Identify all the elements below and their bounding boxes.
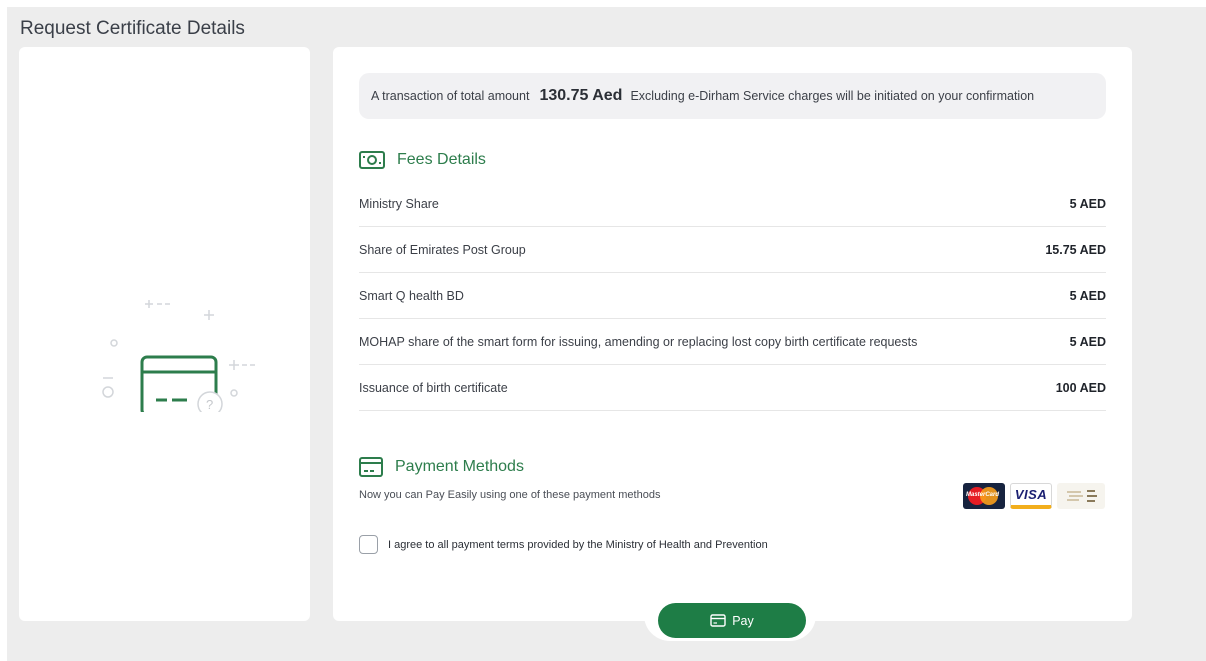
- pay-button-label: Pay: [732, 613, 754, 628]
- fee-label: Ministry Share: [359, 196, 439, 211]
- fee-value: 100 AED: [1055, 380, 1106, 395]
- payment-methods-subtitle: Now you can Pay Easily using one of thes…: [359, 489, 661, 501]
- illustration-panel: ?: [19, 47, 310, 621]
- pay-button[interactable]: Pay: [658, 603, 806, 638]
- e-dirham-logo: [1057, 483, 1105, 509]
- fee-label: Issuance of birth certificate: [359, 380, 508, 395]
- fee-row: Smart Q health BD 5 AED: [359, 273, 1106, 319]
- money-icon: [359, 151, 385, 169]
- payment-methods-heading: Payment Methods: [359, 457, 524, 477]
- fee-row: MOHAP share of the smart form for issuin…: [359, 319, 1106, 365]
- mastercard-logo: MasterCard: [963, 483, 1005, 509]
- fee-row: Ministry Share 5 AED: [359, 181, 1106, 227]
- transaction-notice: A transaction of total amount 130.75 Aed…: [359, 73, 1106, 119]
- fee-label: MOHAP share of the smart form for issuin…: [359, 334, 918, 349]
- agree-terms-checkbox[interactable]: [359, 535, 378, 554]
- payment-method-logos: MasterCard VISA: [963, 483, 1105, 509]
- fee-label: Smart Q health BD: [359, 288, 464, 303]
- fee-value: 5 AED: [1069, 196, 1106, 211]
- agree-terms: I agree to all payment terms provided by…: [359, 535, 768, 554]
- credit-card-icon: [359, 457, 383, 477]
- page-background: Request Certificate Details ? A transact…: [7, 7, 1206, 661]
- payment-methods-title: Payment Methods: [395, 458, 524, 475]
- fees-list: Ministry Share 5 AED Share of Emirates P…: [359, 181, 1106, 411]
- payment-details-card: A transaction of total amount 130.75 Aed…: [333, 47, 1132, 621]
- fee-value: 5 AED: [1069, 334, 1106, 349]
- fee-row: Issuance of birth certificate 100 AED: [359, 365, 1106, 411]
- fee-value: 15.75 AED: [1045, 242, 1106, 257]
- notice-prefix: A transaction of total amount: [371, 89, 530, 103]
- payment-card-illustration-icon: ?: [102, 300, 255, 412]
- fees-details-heading: Fees Details: [359, 151, 486, 169]
- svg-text:?: ?: [206, 397, 213, 412]
- fee-label: Share of Emirates Post Group: [359, 242, 526, 257]
- fee-row: Share of Emirates Post Group 15.75 AED: [359, 227, 1106, 273]
- fee-value: 5 AED: [1069, 288, 1106, 303]
- credit-card-icon: [710, 614, 726, 627]
- fees-details-title: Fees Details: [397, 151, 486, 168]
- total-amount: 130.75 Aed: [539, 87, 623, 104]
- page-title: Request Certificate Details: [20, 18, 245, 39]
- agree-terms-label: I agree to all payment terms provided by…: [388, 538, 768, 551]
- notice-suffix: Excluding e-Dirham Service charges will …: [630, 89, 1035, 103]
- visa-logo: VISA: [1010, 483, 1052, 509]
